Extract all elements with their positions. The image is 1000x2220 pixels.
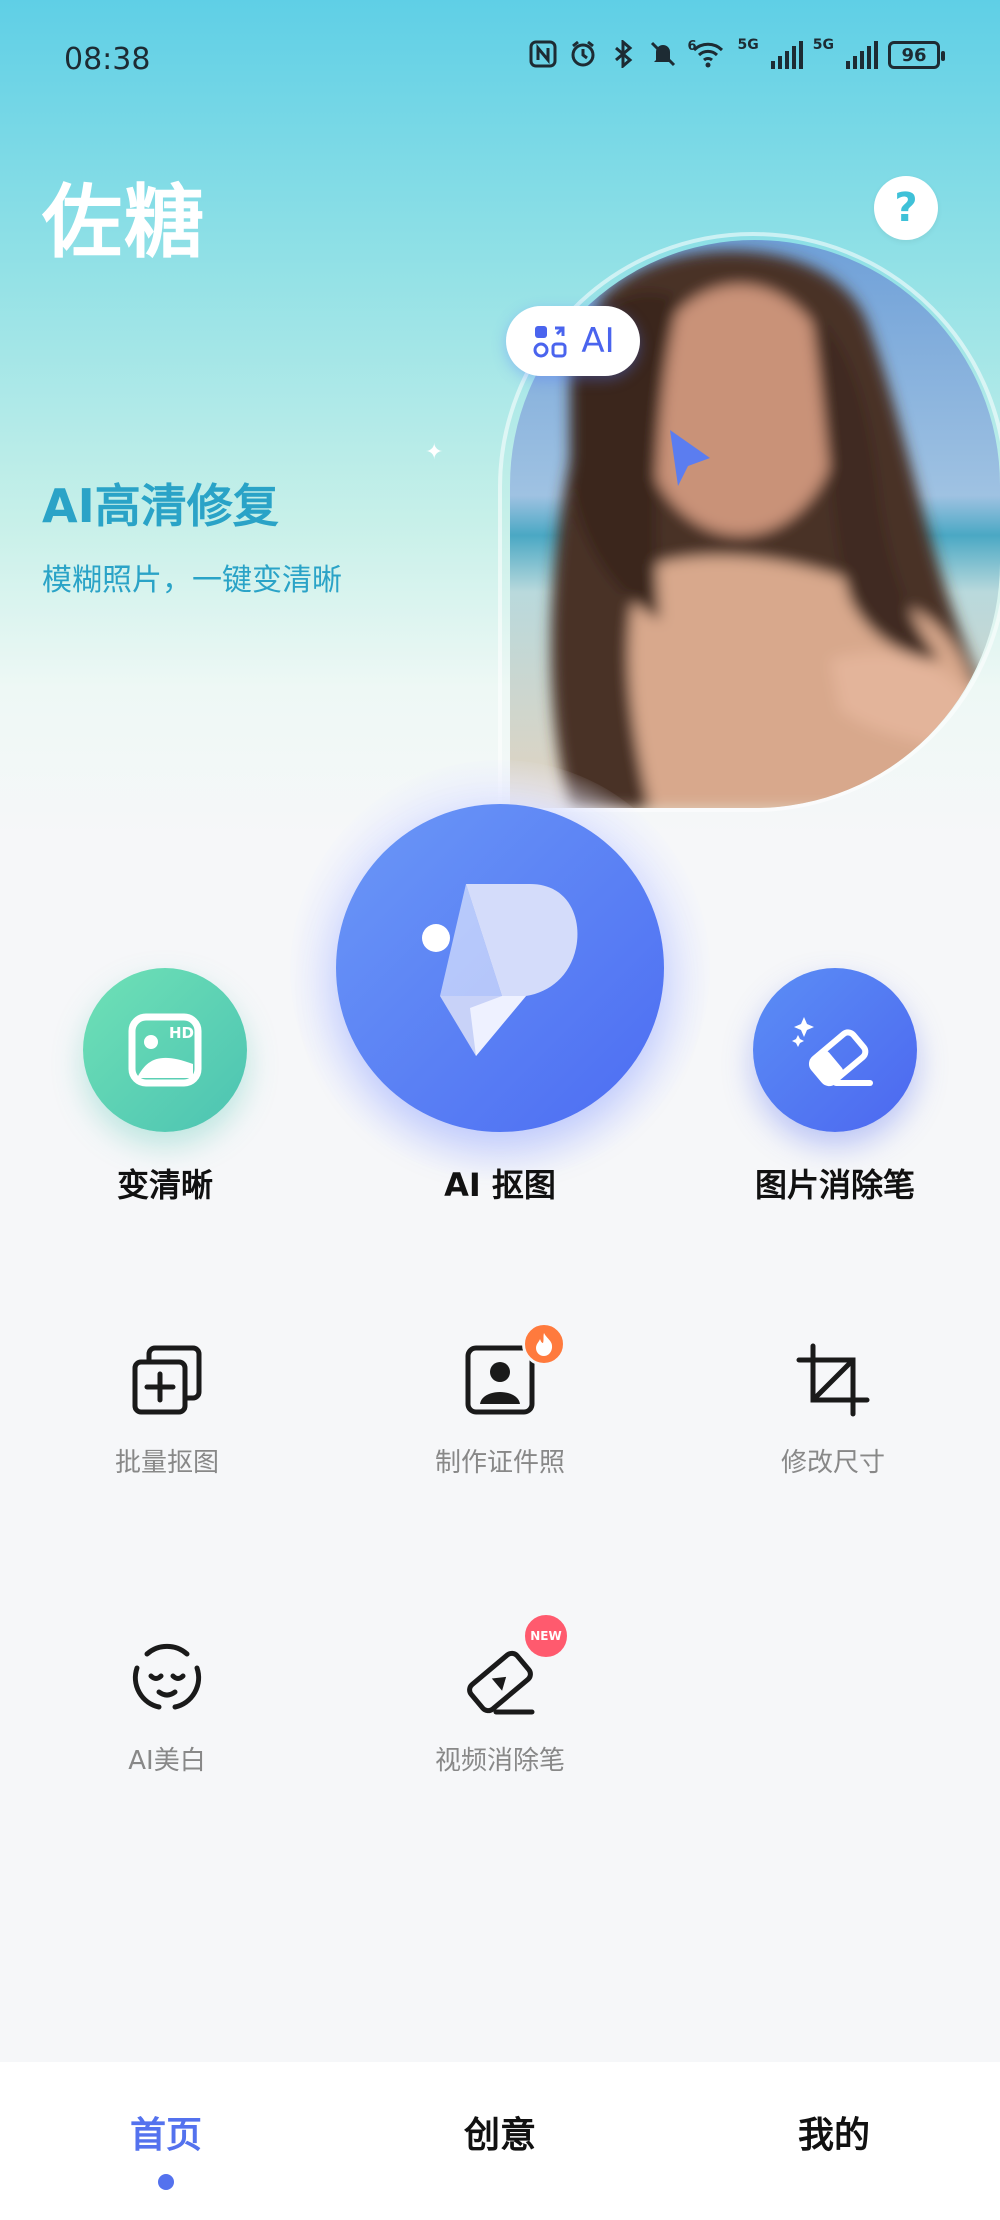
- nfc-icon: [528, 40, 558, 70]
- signal-icon: [846, 41, 878, 69]
- enhance-button[interactable]: HD: [83, 968, 247, 1132]
- new-badge: NEW: [522, 1612, 570, 1660]
- bottom-nav: 首页 创意 我的: [0, 2062, 1000, 2220]
- banner-title[interactable]: AI高清修复: [42, 470, 279, 536]
- app-title: 佐糖: [42, 176, 206, 269]
- hd-image-icon: HD: [128, 1013, 202, 1087]
- ai-cutout-label: AI 抠图: [444, 1166, 556, 1204]
- network-tag: 5G: [812, 37, 834, 53]
- tool-resize[interactable]: 修改尺寸: [723, 1340, 943, 1490]
- network-tag: 5G: [737, 37, 759, 53]
- status-time: 08:38: [64, 42, 151, 77]
- mute-icon: [648, 40, 678, 70]
- app-logo-icon: [422, 884, 578, 1056]
- grid-tool-label: 制作证件照: [434, 1448, 565, 1478]
- tool-ai-whitening[interactable]: AI美白: [57, 1638, 277, 1788]
- tool-batch-cutout[interactable]: 批量抠图: [57, 1340, 277, 1490]
- ai-cutout-button[interactable]: [336, 804, 664, 1132]
- eraser-icon: [792, 1017, 873, 1087]
- hot-badge-icon: [522, 1322, 566, 1366]
- bluetooth-icon: [608, 38, 638, 70]
- nav-home[interactable]: 首页: [66, 2106, 266, 2158]
- image-eraser-button[interactable]: [753, 968, 917, 1132]
- ai-swap-icon: [533, 326, 567, 358]
- wifi-icon: 6: [688, 39, 728, 70]
- status-icons: 6 5G 5G 96: [528, 37, 945, 70]
- hd-tag: HD: [169, 1024, 194, 1042]
- grid-tool-label: 视频消除笔: [434, 1746, 565, 1776]
- grid-tool-label: 修改尺寸: [780, 1448, 885, 1478]
- signal-icon: [770, 41, 803, 69]
- batch-cutout-icon: [132, 1345, 202, 1415]
- tool-video-eraser[interactable]: NEW 视频消除笔: [390, 1612, 610, 1788]
- help-button[interactable]: ?: [874, 176, 938, 240]
- ai-badge-label: AI: [581, 321, 615, 361]
- app-screen: 08:38 6 5G 5G 96 佐糖 ? ✦ AI高清修复 模糊照片，一键变清…: [0, 0, 1000, 2220]
- alarm-icon: [568, 40, 598, 70]
- grid-tool-label: AI美白: [128, 1746, 206, 1776]
- enhance-label: 变清晰: [116, 1166, 213, 1204]
- nav-mine[interactable]: 我的: [734, 2106, 934, 2158]
- nav-active-indicator: [158, 2174, 174, 2190]
- grid-tool-label: 批量抠图: [114, 1448, 219, 1478]
- crop-icon: [796, 1343, 870, 1417]
- sparkle-icon: ✦: [425, 440, 444, 465]
- banner-subtitle: 模糊照片，一键变清晰: [42, 563, 342, 598]
- face-whitening-icon: [132, 1643, 202, 1710]
- tool-id-photo[interactable]: 制作证件照: [390, 1322, 610, 1490]
- status-bar: 08:38 6 5G 5G 96: [0, 0, 1000, 120]
- battery-indicator: 96: [888, 41, 945, 69]
- ai-badge: AI: [506, 306, 640, 376]
- image-eraser-label: 图片消除笔: [754, 1166, 915, 1204]
- wifi-tag: 6: [687, 39, 697, 54]
- nav-creative[interactable]: 创意: [400, 2106, 600, 2158]
